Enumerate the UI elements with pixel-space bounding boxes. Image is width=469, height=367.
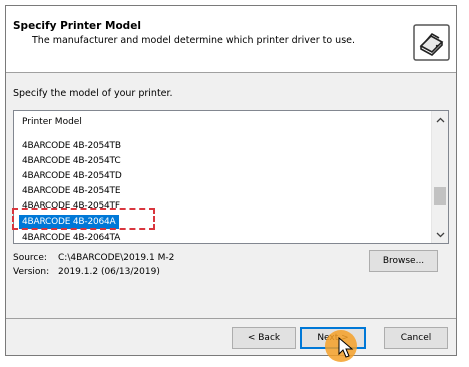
printer-model-list[interactable]: Printer Model 4BARCODE 4B-2054TB 4BARCOD…: [13, 110, 449, 244]
list-scrollbar[interactable]: [431, 111, 448, 243]
chevron-up-icon[interactable]: [432, 111, 448, 128]
list-item-selected[interactable]: 4BARCODE 4B-2064A: [19, 215, 119, 229]
printer-icon: [413, 24, 450, 61]
list-item[interactable]: 4BARCODE 4B-2054TF: [19, 199, 429, 213]
list-item[interactable]: 4BARCODE 4B-2054TD: [19, 169, 429, 183]
cancel-button[interactable]: Cancel: [384, 327, 448, 349]
back-button[interactable]: < Back: [232, 327, 296, 349]
header-subtitle: The manufacturer and model determine whi…: [32, 35, 356, 46]
browse-button[interactable]: Browse...: [369, 250, 438, 272]
mouse-pointer-icon: [338, 337, 354, 358]
model-prompt: Specify the model of your printer.: [13, 88, 173, 99]
list-item[interactable]: 4BARCODE 4B-2054TC: [19, 154, 429, 168]
list-item[interactable]: 4BARCODE 4B-2064TA: [19, 231, 429, 243]
scrollbar-thumb[interactable]: [434, 187, 446, 205]
column-header-printer-model[interactable]: Printer Model: [22, 117, 82, 127]
source-label: Source:: [13, 253, 47, 263]
list-item[interactable]: 4BARCODE 4B-2054TB: [19, 139, 429, 153]
header-title: Specify Printer Model: [13, 20, 141, 32]
footer-divider: [6, 318, 456, 319]
version-value: 2019.1.2 (06/13/2019): [58, 267, 160, 277]
chevron-down-icon[interactable]: [432, 226, 448, 243]
wizard-header: Specify Printer Model The manufacturer a…: [6, 6, 456, 73]
list-item[interactable]: 4BARCODE 4B-2054TE: [19, 184, 429, 198]
source-value: C:\4BARCODE\2019.1 M-2: [58, 253, 175, 263]
version-label: Version:: [13, 267, 50, 277]
printer-wizard-dialog: Specify Printer Model The manufacturer a…: [5, 5, 457, 356]
